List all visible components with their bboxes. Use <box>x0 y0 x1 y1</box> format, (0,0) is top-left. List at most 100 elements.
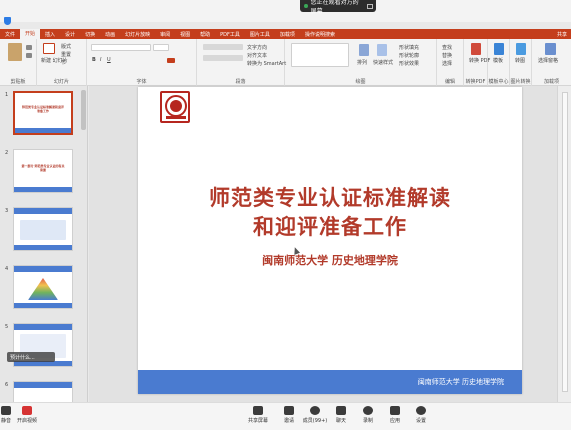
shape-outline-button[interactable]: 形状轮廓 <box>399 52 419 59</box>
selection-pane-icon[interactable] <box>545 43 556 55</box>
mute-label: 静音 <box>0 418 11 424</box>
ribbon: 剪贴板 新建 幻灯片 版式 重置 节 幻灯片 B I U 字体 文字方向 对齐文… <box>0 39 571 86</box>
chat-button[interactable]: 聊天 <box>332 406 350 424</box>
tell-me-search[interactable]: 操作说明搜索 <box>300 31 340 38</box>
slide-thumbnail-2[interactable]: 第一部分 师范类专业认证的有关背景 <box>13 149 73 193</box>
group-label-font: 字体 <box>136 79 147 85</box>
align-text-button[interactable]: 对齐文本 <box>247 52 267 59</box>
share-screen-label: 共享屏幕 <box>247 418 268 424</box>
group-label-picture: 图片转换 <box>510 79 531 85</box>
group-template: 模板 模板中心 <box>488 39 510 86</box>
quick-styles-icon[interactable] <box>377 44 387 56</box>
picture-convert-button[interactable]: 转图 <box>515 57 525 64</box>
tab-review[interactable]: 审阅 <box>155 31 175 38</box>
slide-thumbnail-6[interactable] <box>13 381 73 402</box>
tab-design[interactable]: 设计 <box>60 31 80 38</box>
italic-button[interactable]: I <box>100 57 101 63</box>
font-name-select[interactable] <box>91 44 151 51</box>
invite-button[interactable]: 邀请 <box>279 406 299 424</box>
replace-button[interactable]: 替换 <box>442 52 452 59</box>
slide-title-line-2[interactable]: 和迎评准备工作 <box>138 211 522 241</box>
smartart-button[interactable]: 转换为 SmartArt <box>247 60 286 67</box>
group-label-editing: 编辑 <box>444 79 455 85</box>
reset-button[interactable]: 重置 <box>61 51 71 58</box>
tab-home[interactable]: 开始 <box>20 29 41 39</box>
tab-view[interactable]: 视图 <box>175 31 195 38</box>
share-status-text: 您正在观看对方的屏幕 <box>310 0 359 15</box>
thumbnail-header-bar <box>14 266 72 272</box>
font-color-icon[interactable] <box>167 58 175 63</box>
settings-button[interactable]: 设置 <box>412 406 430 424</box>
tab-transitions[interactable]: 切换 <box>80 31 100 38</box>
record-button[interactable]: 录制 <box>359 406 377 424</box>
shape-effect-button[interactable]: 形状效果 <box>399 60 419 67</box>
group-picture: 转图 图片转换 <box>510 39 532 86</box>
slide-subtitle[interactable]: 闽南师范大学 历史地理学院 <box>138 252 522 268</box>
align-buttons-icon[interactable] <box>203 55 243 61</box>
group-addin: 选择窗格 加载项 <box>532 39 571 86</box>
share-button[interactable]: 共享 <box>552 31 571 38</box>
share-screen-icon <box>253 406 263 415</box>
participants-button[interactable]: 成员(99+) <box>300 406 330 424</box>
tab-slideshow[interactable]: 幻灯片放映 <box>120 31 155 38</box>
slide-title-line-1[interactable]: 师范类专业认证标准解读 <box>138 182 522 212</box>
slide-thumbnail-4[interactable] <box>13 265 73 309</box>
selection-pane-button[interactable]: 选择窗格 <box>538 57 558 64</box>
security-shield-icon[interactable] <box>4 17 11 25</box>
template-button[interactable]: 模板 <box>493 57 503 64</box>
cut-icon[interactable] <box>26 45 32 50</box>
tab-insert[interactable]: 插入 <box>40 31 60 38</box>
group-label-slides: 幻灯片 <box>53 79 69 85</box>
invite-icon <box>284 406 294 415</box>
tab-help[interactable]: 帮助 <box>195 31 215 38</box>
layout-button[interactable]: 版式 <box>61 43 71 50</box>
new-slide-icon[interactable] <box>43 43 55 54</box>
shapes-gallery[interactable] <box>291 43 349 67</box>
share-screen-button[interactable]: 共享屏幕 <box>244 406 272 424</box>
current-slide[interactable]: 师范类专业认证标准解读 和迎评准备工作 闽南师范大学 历史地理学院 闽南师范大学… <box>138 87 522 394</box>
tab-animations[interactable]: 动画 <box>100 31 120 38</box>
thumb-number: 2 <box>5 150 9 156</box>
screen-share-indicator[interactable]: 您正在观看对方的屏幕 <box>300 0 376 15</box>
group-slides: 新建 幻灯片 版式 重置 节 幻灯片 <box>37 39 87 86</box>
group-label-paragraph: 段落 <box>235 79 246 85</box>
copy-icon[interactable] <box>26 53 32 58</box>
picture-convert-icon[interactable] <box>516 43 526 55</box>
chat-label: 聊天 <box>335 418 346 424</box>
bold-button[interactable]: B <box>92 57 96 63</box>
thumbnail-scrollbar[interactable] <box>81 90 86 130</box>
paste-icon[interactable] <box>8 43 22 61</box>
vertical-scrollbar[interactable] <box>557 86 571 402</box>
thumbnail-footer-bar <box>14 187 72 192</box>
group-clipboard: 剪贴板 <box>0 39 37 86</box>
find-button[interactable]: 查找 <box>442 44 452 51</box>
quick-styles-button[interactable]: 快速样式 <box>373 59 393 66</box>
tab-picture-tools[interactable]: 图片工具 <box>245 31 275 38</box>
slide-thumbnail-3[interactable] <box>13 207 73 251</box>
font-size-select[interactable] <box>153 44 169 51</box>
group-label-clipboard: 剪贴板 <box>10 79 26 85</box>
screen: 您正在观看对方的屏幕 文件 开始 插入 设计 切换 动画 幻灯片放映 审阅 视图… <box>0 0 571 430</box>
group-label-addin: 加载项 <box>543 79 559 85</box>
arrange-icon[interactable] <box>359 44 369 56</box>
section-button[interactable]: 节 <box>61 59 66 66</box>
pdf-icon[interactable] <box>471 43 481 55</box>
slide-thumbnail-1[interactable]: 师范类专业认证标准解读和迎评准备工作 <box>13 91 73 135</box>
tab-pdf-tools[interactable]: PDF工具 <box>215 31 245 38</box>
text-direction-button[interactable]: 文字方向 <box>247 44 267 51</box>
scrollbar-thumb[interactable] <box>562 92 568 392</box>
select-button[interactable]: 选择 <box>442 60 452 67</box>
shape-fill-button[interactable]: 形状填充 <box>399 44 419 51</box>
start-video-button[interactable]: 开启视频 <box>14 406 40 424</box>
tab-file[interactable]: 文件 <box>0 31 20 38</box>
thumbnail-footer-bar <box>14 303 72 308</box>
template-icon[interactable] <box>494 43 504 55</box>
tab-addins[interactable]: 加载项 <box>275 31 300 38</box>
underline-button[interactable]: U <box>107 57 111 63</box>
list-buttons-icon[interactable] <box>203 44 243 50</box>
gear-icon <box>416 406 426 415</box>
thumbnail-footer-bar <box>15 128 71 133</box>
apps-button[interactable]: 应用 <box>386 406 404 424</box>
view-options-icon[interactable] <box>367 3 374 9</box>
arrange-button[interactable]: 排列 <box>357 59 367 66</box>
